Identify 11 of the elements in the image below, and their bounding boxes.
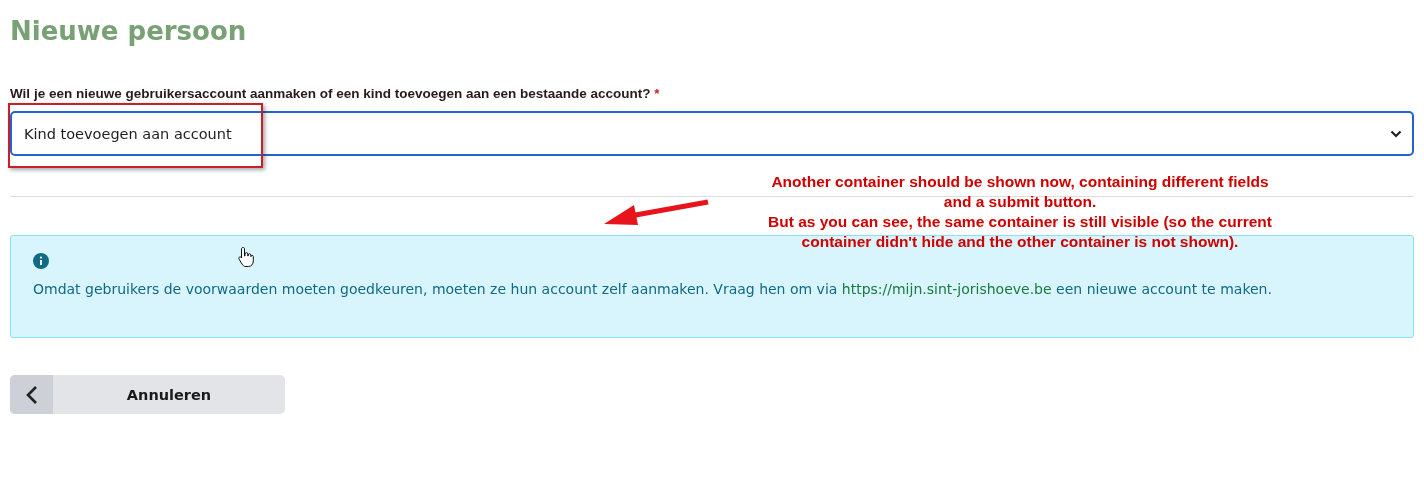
info-icon (33, 253, 49, 269)
annotation-text: Another container should be shown now, containing different fields and a submit button. But as you can see, the same container is still visible (so the current container didn't hide and the other container is not shown). (767, 172, 1273, 252)
question-label: Wil je een nieuwe gebruikersaccount aanmaken of een kind toevoegen aan een bestaande account? * (10, 86, 660, 101)
page-title: Nieuwe persoon (10, 16, 247, 46)
chevron-down-icon (1390, 129, 1402, 138)
account-type-select[interactable]: Kind toevoegen aan account (10, 111, 1414, 156)
hand-cursor-icon (238, 246, 254, 268)
info-message: Omdat gebruikers de voorwaarden moeten goedkeuren, moeten ze hun account zelf aanmaken. Vraag hen om via https://mijn.sint-jorishoeve.be een nieuwe account te maken. (33, 281, 1273, 297)
site-link[interactable]: https://mijn.sint-jorishoeve.be (841, 281, 1052, 297)
chevron-left-icon (25, 384, 38, 405)
cancel-button[interactable]: Annuleren (10, 375, 285, 414)
